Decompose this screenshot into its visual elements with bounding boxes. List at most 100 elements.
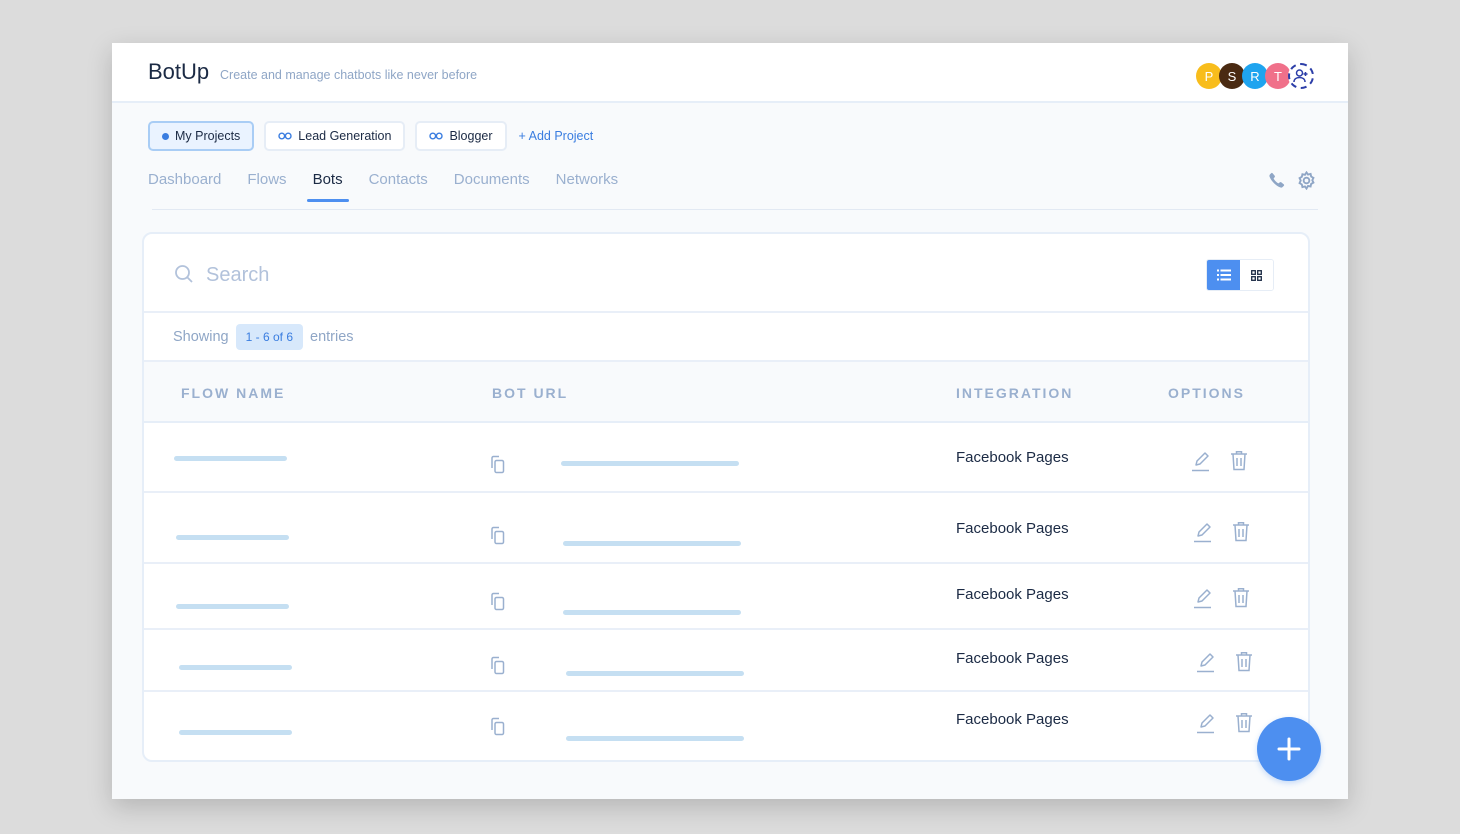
trash-icon xyxy=(1231,451,1247,471)
trash-icon xyxy=(1233,522,1249,542)
tab-dashboard[interactable]: Dashboard xyxy=(148,171,221,202)
table-row[interactable]: Facebook Pages xyxy=(144,630,1308,692)
integration-name: Facebook Pages xyxy=(956,586,1069,603)
table-row[interactable]: Facebook Pages xyxy=(144,423,1308,493)
entries-count-badge: 1 - 6 of 6 xyxy=(235,323,303,350)
delete-button[interactable] xyxy=(1232,587,1250,613)
add-user-icon xyxy=(1293,69,1308,83)
integration-name: Facebook Pages xyxy=(956,650,1069,667)
copy-url-button[interactable] xyxy=(489,656,507,681)
flow-name-placeholder xyxy=(176,604,289,609)
app-window: BotUp Create and manage chatbots like ne… xyxy=(112,43,1348,799)
flow-name-placeholder xyxy=(176,535,289,540)
grid-view-icon xyxy=(1251,269,1262,281)
view-toggle xyxy=(1206,259,1274,291)
table-row[interactable]: Facebook Pages xyxy=(144,692,1308,760)
bot-url-placeholder xyxy=(566,671,744,676)
bot-url-placeholder xyxy=(563,541,741,546)
copy-icon xyxy=(491,526,505,545)
column-header-integration[interactable]: INTEGRATION xyxy=(956,385,1073,401)
copy-icon xyxy=(491,656,505,675)
copy-icon xyxy=(491,592,505,611)
bot-url-placeholder xyxy=(561,461,739,466)
showing-label: Showing xyxy=(173,328,229,345)
project-chip-my-projects[interactable]: My Projects xyxy=(148,121,255,151)
flow-name-placeholder xyxy=(179,665,292,670)
phone-icon xyxy=(1269,172,1285,188)
table-body: Facebook Pages Facebook Pages Facebook P… xyxy=(144,423,1308,760)
flow-name-placeholder xyxy=(179,730,292,735)
project-label: My Projects xyxy=(175,129,241,143)
copy-icon xyxy=(491,717,505,736)
flow-name-placeholder xyxy=(174,456,287,461)
edit-icon xyxy=(1197,653,1214,673)
edit-icon xyxy=(1194,589,1211,609)
gear-icon xyxy=(1298,171,1315,190)
app-title: BotUp xyxy=(148,59,210,84)
table-row[interactable]: Facebook Pages xyxy=(144,564,1308,630)
delete-button[interactable] xyxy=(1235,651,1253,677)
infinity-icon xyxy=(429,132,444,140)
entries-label: entries xyxy=(310,328,354,345)
main-tabs: Dashboard Flows Bots Contacts Documents … xyxy=(148,171,618,202)
active-dot-icon xyxy=(162,132,169,140)
project-chip-blogger[interactable]: Blogger xyxy=(415,121,507,151)
edit-icon xyxy=(1192,452,1209,472)
copy-url-button[interactable] xyxy=(489,717,507,742)
integration-name: Facebook Pages xyxy=(956,711,1069,728)
bot-url-placeholder xyxy=(566,736,744,741)
edit-button[interactable] xyxy=(1195,712,1217,739)
table-header: FLOW NAME BOT URL INTEGRATION OPTIONS xyxy=(144,362,1308,423)
tab-tools xyxy=(1269,171,1316,190)
add-collaborator-button[interactable] xyxy=(1288,63,1314,89)
delete-button[interactable] xyxy=(1230,450,1248,476)
project-selector: My Projects Lead Generation Blogger + Ad… xyxy=(148,121,593,151)
tab-flows[interactable]: Flows xyxy=(247,171,286,202)
project-chip-lead-generation[interactable]: Lead Generation xyxy=(264,121,406,151)
integration-name: Facebook Pages xyxy=(956,520,1069,537)
search-input[interactable] xyxy=(206,260,706,290)
list-view-button[interactable] xyxy=(1207,260,1240,290)
entries-summary: Showing 1 - 6 of 6 entries xyxy=(144,313,1308,362)
tab-bots[interactable]: Bots xyxy=(306,171,349,202)
table-row[interactable]: Facebook Pages xyxy=(144,493,1308,564)
edit-button[interactable] xyxy=(1192,521,1214,548)
settings-button[interactable] xyxy=(1297,171,1316,190)
delete-button[interactable] xyxy=(1235,712,1253,738)
tab-documents[interactable]: Documents xyxy=(454,171,530,202)
list-view-icon xyxy=(1216,269,1231,281)
tab-contacts[interactable]: Contacts xyxy=(369,171,428,202)
grid-view-button[interactable] xyxy=(1240,260,1273,290)
integration-name: Facebook Pages xyxy=(956,449,1069,466)
edit-icon xyxy=(1194,523,1211,543)
phone-button[interactable] xyxy=(1269,171,1285,190)
search-bar xyxy=(144,234,1308,313)
tab-networks[interactable]: Networks xyxy=(556,171,619,202)
edit-button[interactable] xyxy=(1190,450,1212,477)
trash-icon xyxy=(1236,652,1252,672)
add-project-link[interactable]: + Add Project xyxy=(519,129,594,143)
copy-url-button[interactable] xyxy=(489,592,507,617)
plus-icon xyxy=(1277,737,1301,761)
collaborator-avatars: P S R T xyxy=(1196,63,1314,89)
trash-icon xyxy=(1236,713,1252,733)
edit-icon xyxy=(1197,714,1214,734)
tabs-divider xyxy=(152,209,1318,210)
bots-table-card: Showing 1 - 6 of 6 entries FLOW NAME BOT… xyxy=(142,232,1310,762)
copy-url-button[interactable] xyxy=(489,455,507,480)
infinity-icon xyxy=(278,132,292,140)
column-header-options: OPTIONS xyxy=(1168,385,1246,401)
project-label: Lead Generation xyxy=(298,129,392,143)
delete-button[interactable] xyxy=(1232,521,1250,547)
column-header-bot-url[interactable]: BOT URL xyxy=(492,385,568,401)
add-bot-button[interactable] xyxy=(1257,717,1321,781)
trash-icon xyxy=(1233,588,1249,608)
edit-button[interactable] xyxy=(1192,587,1214,614)
copy-icon xyxy=(491,455,505,474)
search-icon xyxy=(175,265,193,283)
copy-url-button[interactable] xyxy=(489,526,507,551)
project-label: Blogger xyxy=(449,129,493,143)
bot-url-placeholder xyxy=(563,610,741,615)
column-header-flow-name[interactable]: FLOW NAME xyxy=(181,385,285,401)
edit-button[interactable] xyxy=(1195,651,1217,678)
